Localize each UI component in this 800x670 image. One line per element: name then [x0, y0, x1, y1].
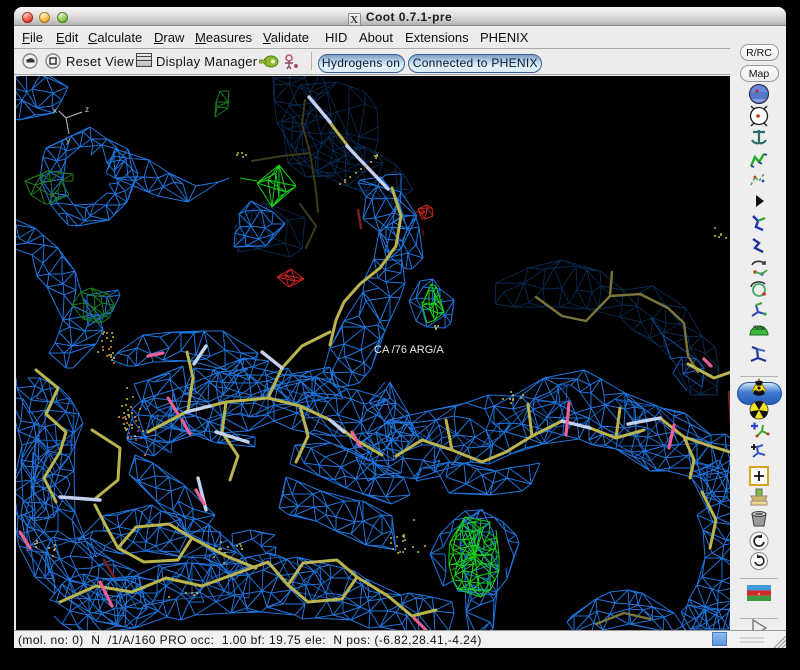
svg-text:z: z	[85, 105, 89, 114]
svg-text:CA /76 ARG/A: CA /76 ARG/A	[374, 344, 444, 356]
svg-text:y: y	[66, 136, 70, 145]
svg-text:Side: Side	[753, 326, 766, 332]
svg-text:x: x	[53, 106, 57, 115]
